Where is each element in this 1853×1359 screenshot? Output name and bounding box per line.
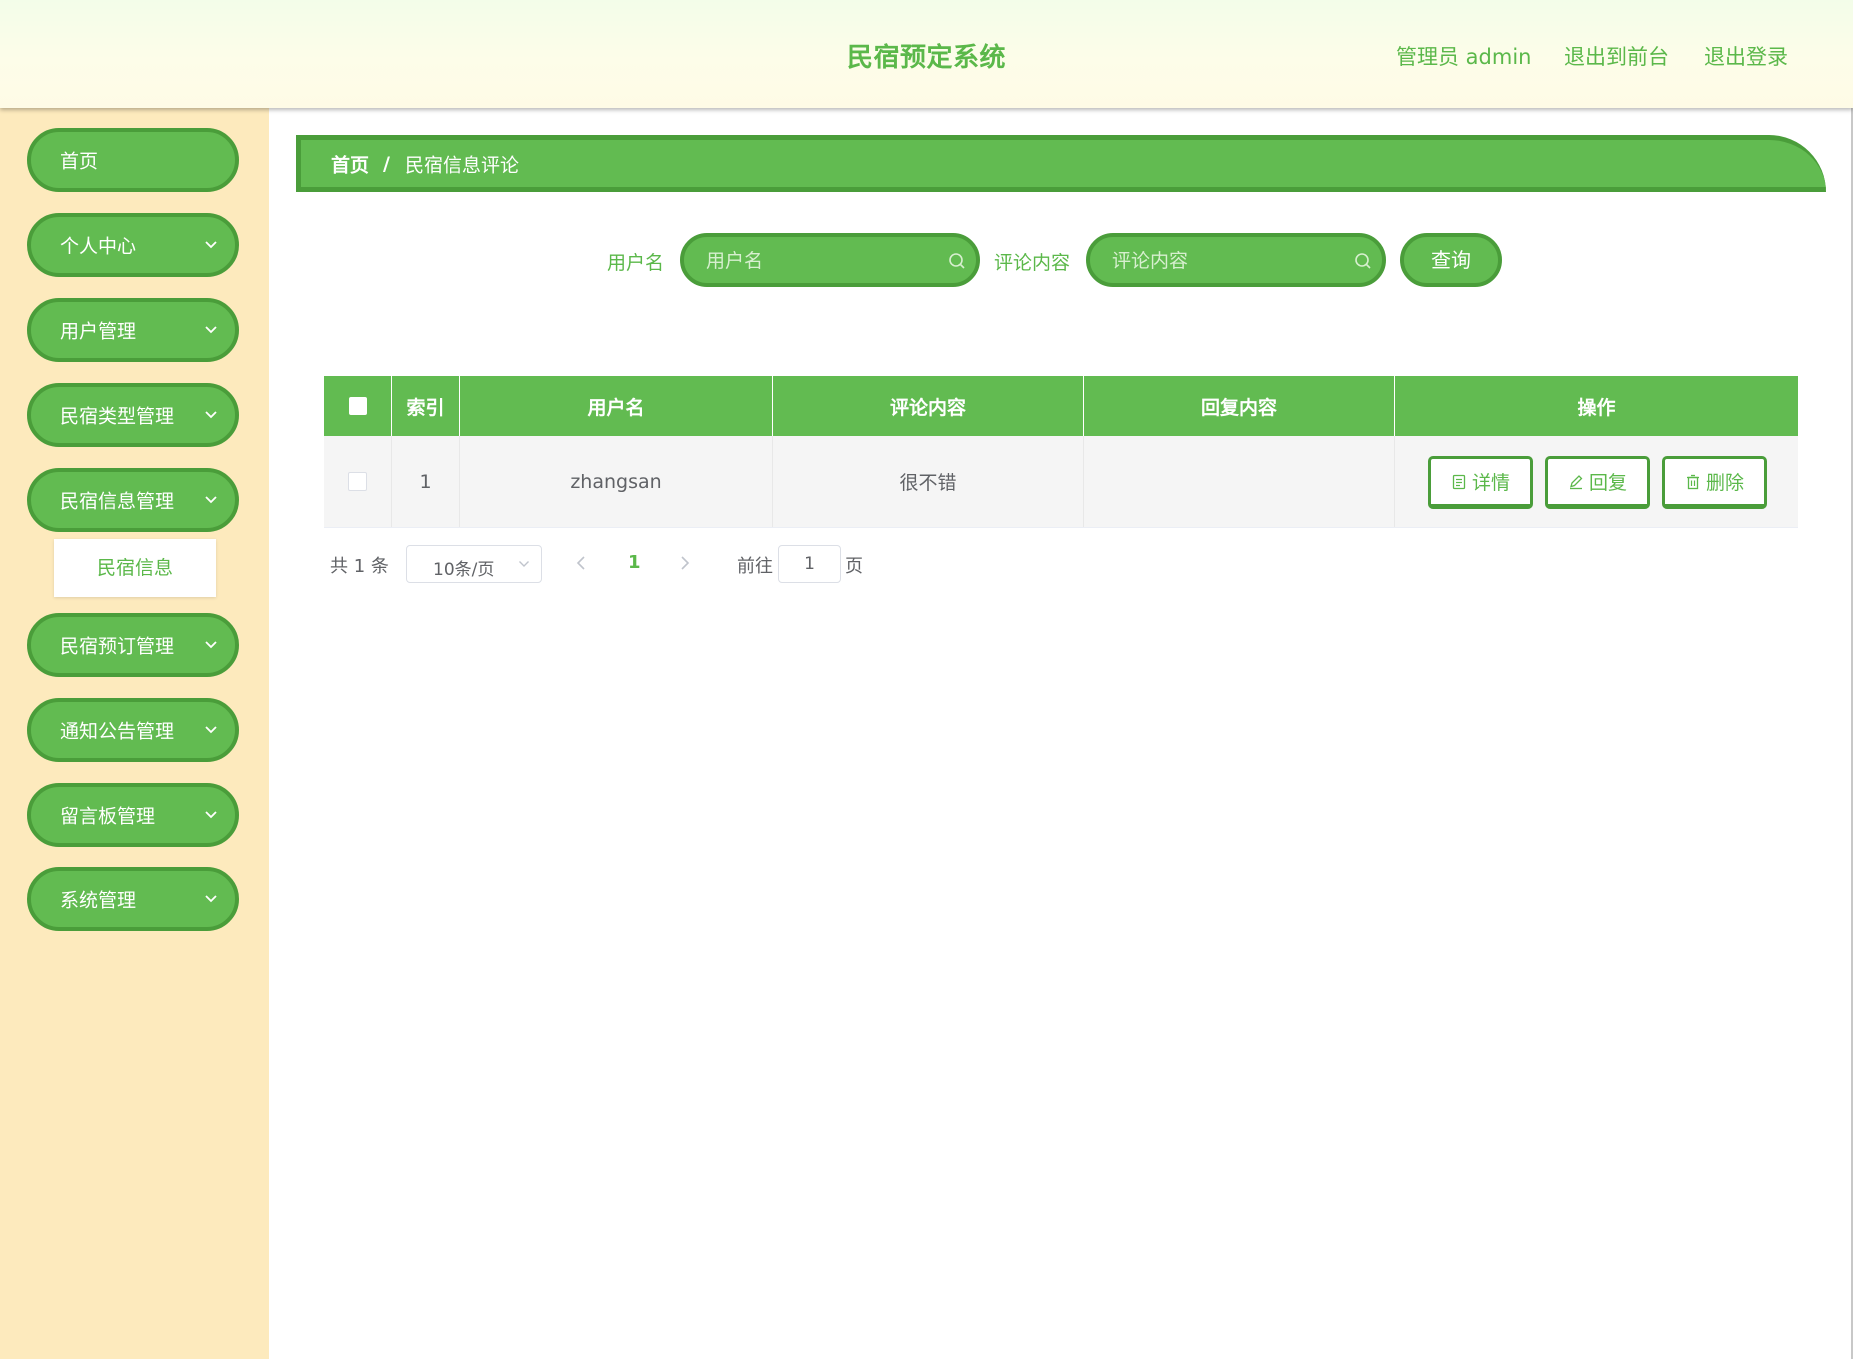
chevron-down-icon	[519, 561, 529, 567]
breadcrumb: 首页 / 民宿信息评论	[296, 135, 1826, 192]
pagination-page-1[interactable]: 1	[628, 552, 641, 573]
comment-search-box[interactable]	[1086, 233, 1386, 287]
row-checkbox[interactable]	[348, 472, 367, 491]
select-all-checkbox[interactable]	[348, 397, 367, 415]
sidebar-item-user-management[interactable]: 用户管理	[27, 298, 239, 362]
sidebar-item-label: 留言板管理	[60, 805, 156, 828]
sidebar-item-label: 个人中心	[60, 235, 137, 258]
detail-button-label: 详情	[1471, 472, 1510, 494]
chevron-down-icon	[205, 726, 217, 734]
header-actions: 操作	[1577, 396, 1616, 419]
table-row: 1 zhangsan 很不错 详情 回复 删除	[324, 436, 1798, 528]
header-reply: 回复内容	[1084, 376, 1395, 436]
chevron-right-icon[interactable]	[678, 554, 692, 572]
chevron-down-icon	[205, 411, 217, 419]
edit-pencil-icon	[1569, 474, 1583, 489]
pagination-goto-input[interactable]	[778, 545, 841, 583]
sidebar-item-label: 通知公告管理	[60, 720, 175, 743]
delete-button[interactable]: 删除	[1662, 456, 1767, 509]
username-search-label: 用户名	[607, 252, 665, 274]
top-header: 民宿预定系统 管理员 admin 退出到前台 退出登录	[0, 0, 1853, 108]
sidebar-item-label: 民宿类型管理	[60, 405, 175, 428]
chevron-left-icon[interactable]	[574, 554, 588, 572]
chevron-down-icon	[205, 641, 217, 649]
sidebar-item-label: 民宿预订管理	[60, 635, 175, 658]
sidebar-item-label: 系统管理	[60, 889, 137, 912]
row-comment: 很不错	[773, 436, 1084, 527]
sidebar-item-home[interactable]: 首页	[27, 128, 239, 192]
detail-button[interactable]: 详情	[1428, 456, 1533, 509]
breadcrumb-current: 民宿信息评论	[405, 154, 520, 176]
row-username: zhangsan	[460, 436, 773, 527]
search-icon	[1355, 253, 1371, 269]
header-index: 索引	[392, 376, 460, 436]
document-icon	[1452, 474, 1466, 489]
delete-button-label: 删除	[1705, 472, 1744, 494]
reply-button-label: 回复	[1588, 472, 1627, 494]
page-size-value: 10条/页	[433, 560, 495, 580]
chevron-down-icon	[205, 496, 217, 504]
row-actions: 详情 回复 删除	[1395, 436, 1798, 527]
trash-icon	[1686, 474, 1699, 489]
row-index: 1	[392, 436, 460, 527]
chevron-down-icon	[205, 326, 217, 334]
query-button[interactable]: 查询	[1400, 233, 1502, 287]
comment-search-label: 评论内容	[994, 252, 1071, 274]
sidebar-item-homestay-type[interactable]: 民宿类型管理	[27, 383, 239, 447]
logout-link[interactable]: 退出登录	[1704, 41, 1788, 71]
chevron-down-icon	[205, 241, 217, 249]
sidebar-item-homestay-info[interactable]: 民宿信息管理	[27, 468, 239, 532]
admin-label: 管理员 admin	[1396, 45, 1532, 69]
reply-button[interactable]: 回复	[1545, 456, 1650, 509]
sidebar-item-notice[interactable]: 通知公告管理	[27, 698, 239, 762]
breadcrumb-separator: /	[383, 152, 390, 175]
row-reply	[1084, 436, 1395, 527]
sidebar-item-label: 用户管理	[60, 320, 137, 343]
sidebar-subitem-homestay-info[interactable]: 民宿信息	[54, 539, 216, 597]
breadcrumb-home[interactable]: 首页	[331, 150, 369, 177]
sidebar-item-label: 民宿信息管理	[60, 490, 175, 513]
table-header: 索引 用户名 评论内容 回复内容 操作	[324, 376, 1798, 436]
row-select-cell	[324, 436, 392, 527]
sidebar-item-message-board[interactable]: 留言板管理	[27, 783, 239, 847]
pagination-total: 共 1 条	[330, 556, 389, 577]
header-comment: 评论内容	[773, 376, 1084, 436]
sidebar-item-personal-center[interactable]: 个人中心	[27, 213, 239, 277]
page-size-select[interactable]: 10条/页	[406, 545, 542, 583]
username-search-box[interactable]	[680, 233, 980, 287]
comment-search-input[interactable]	[1110, 237, 1344, 285]
exit-to-front-link[interactable]: 退出到前台	[1564, 41, 1669, 71]
chevron-down-icon	[205, 811, 217, 819]
sidebar-item-homestay-booking[interactable]: 民宿预订管理	[27, 613, 239, 677]
chevron-down-icon	[205, 895, 217, 903]
search-icon	[949, 253, 965, 269]
pagination-page-unit: 页	[845, 556, 863, 577]
header-username: 用户名	[460, 376, 773, 436]
sidebar-item-label: 首页	[60, 150, 99, 173]
header-select-all-cell	[324, 376, 392, 436]
username-search-input[interactable]	[704, 237, 938, 285]
sidebar-item-system[interactable]: 系统管理	[27, 867, 239, 931]
pagination-goto-label: 前往	[737, 556, 773, 577]
